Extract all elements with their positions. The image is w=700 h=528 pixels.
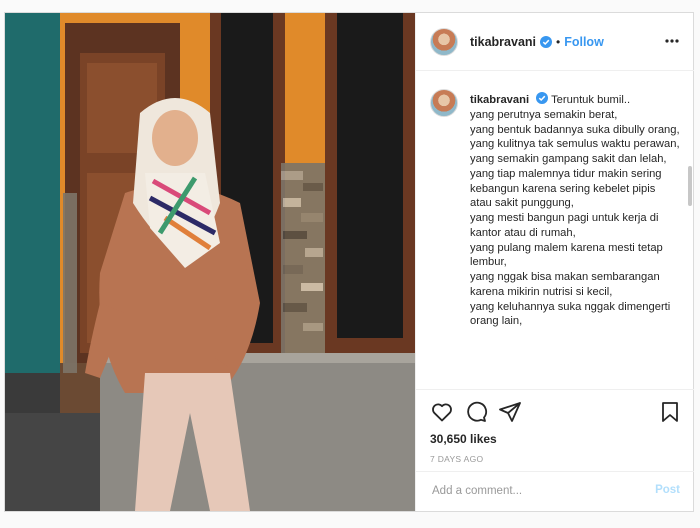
caption-scrollbar[interactable]: [688, 166, 692, 206]
more-options-icon[interactable]: [664, 34, 680, 48]
comment-bar: Post: [416, 471, 694, 512]
instagram-post-frame: tikabravani • Follow tikabravani Teruntu…: [4, 12, 694, 512]
post-comment-button[interactable]: Post: [655, 484, 680, 496]
share-icon[interactable]: [498, 400, 522, 424]
verified-badge-icon: [540, 35, 553, 48]
username-link[interactable]: tikabravani: [470, 35, 536, 49]
post-header: tikabravani • Follow: [416, 13, 694, 71]
post-sidebar: tikabravani • Follow tikabravani Teruntu…: [415, 13, 694, 511]
caption-body: yang perutnya semakin berat, yang bentuk…: [470, 108, 680, 328]
caption-username[interactable]: tikabravani: [470, 94, 529, 106]
caption-area[interactable]: tikabravani Teruntuk bumil.. yang perutn…: [416, 71, 694, 389]
heart-icon[interactable]: [430, 400, 454, 424]
verified-badge-icon: [536, 92, 549, 104]
follow-button[interactable]: Follow: [564, 35, 604, 49]
like-count[interactable]: 30,650 likes: [430, 432, 497, 446]
caption-text: tikabravani Teruntuk bumil.. yang perutn…: [470, 92, 680, 329]
post-timestamp[interactable]: 7 DAYS AGO: [430, 454, 483, 464]
comment-icon[interactable]: [464, 400, 488, 424]
bookmark-icon[interactable]: [658, 400, 682, 424]
caption-intro: Teruntuk bumil..: [551, 94, 631, 106]
comment-input[interactable]: [430, 484, 634, 498]
avatar[interactable]: [430, 27, 458, 56]
post-photo[interactable]: [5, 13, 415, 511]
post-actions: 30,650 likes 7 DAYS AGO: [416, 389, 694, 478]
caption-avatar[interactable]: [430, 89, 458, 117]
photo-scene: [5, 13, 415, 511]
separator-dot: •: [556, 34, 561, 49]
